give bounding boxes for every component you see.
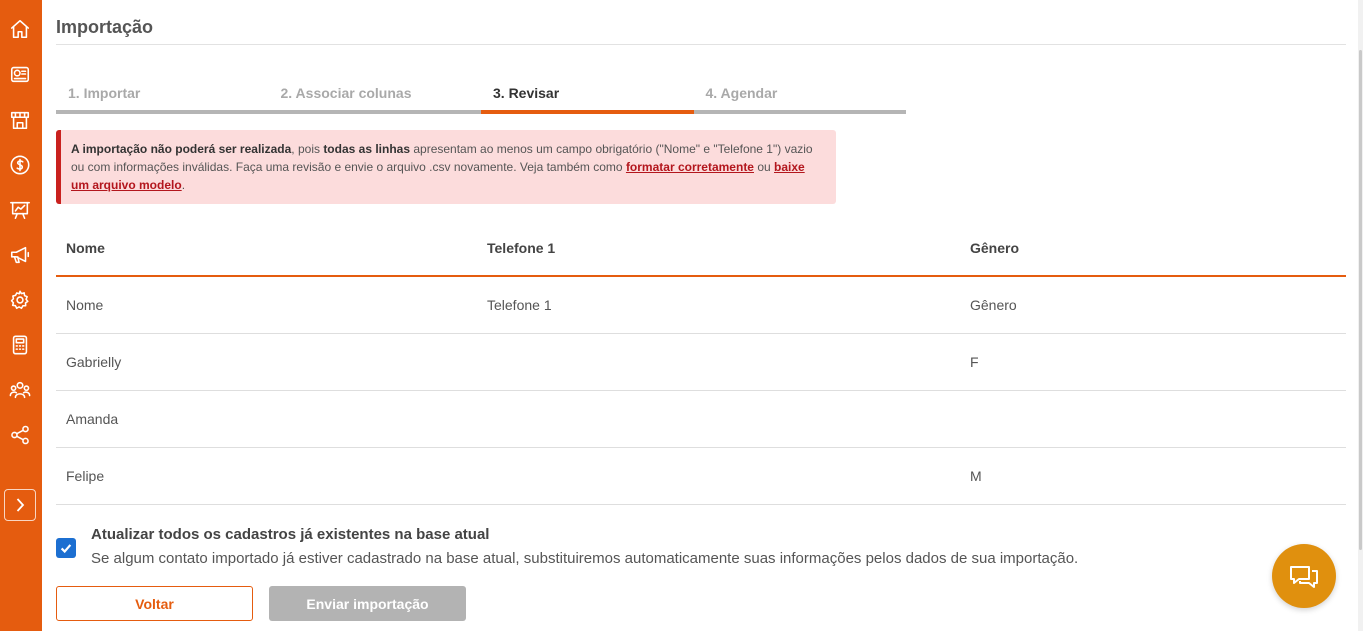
table-cell: M [970, 468, 982, 484]
alert-bold-text: A importação não poderá ser realizada [71, 142, 292, 156]
table-cell: Telefone 1 [487, 297, 552, 313]
users-icon[interactable] [5, 375, 35, 405]
table-header: Nome Telefone 1 Gênero [56, 220, 1346, 277]
page-title: Importação [56, 17, 154, 37]
table-row: Nome Telefone 1 Gênero [56, 277, 1346, 334]
store-icon[interactable] [5, 105, 35, 135]
chart-board-icon[interactable] [5, 195, 35, 225]
dollar-icon[interactable] [5, 150, 35, 180]
step-agendar[interactable]: 4. Agendar [693, 82, 906, 114]
table-row: Gabrielly F [56, 334, 1346, 391]
table-cell: Gabrielly [66, 354, 122, 370]
back-button[interactable]: Voltar [56, 586, 253, 621]
home-icon[interactable] [5, 14, 35, 44]
alert-text: , pois [291, 142, 324, 156]
table-cell: Gênero [970, 297, 1017, 313]
checkmark-icon [60, 544, 72, 554]
step-revisar[interactable]: 3. Revisar [481, 82, 694, 114]
column-header-telefone: Telefone 1 [487, 239, 556, 256]
error-alert: A importação não poderá ser realizada, p… [56, 130, 836, 204]
megaphone-icon[interactable] [5, 240, 35, 270]
alert-text: ou [753, 160, 774, 174]
dashboard-icon[interactable] [5, 59, 35, 89]
table-cell: Amanda [66, 411, 119, 427]
chevron-right-icon [16, 498, 25, 512]
table-cell: Nome [66, 297, 104, 313]
sidebar [0, 0, 42, 631]
table-row: Amanda [56, 391, 1346, 448]
divider [56, 44, 1346, 45]
sidebar-expand-button[interactable] [4, 489, 36, 521]
calculator-icon[interactable] [5, 330, 35, 360]
send-import-button[interactable]: Enviar importação [269, 586, 466, 621]
chat-button[interactable] [1272, 544, 1336, 608]
alert-text: . [181, 178, 186, 192]
gear-icon[interactable] [5, 285, 35, 315]
update-existing-description: Se algum contato importado já estiver ca… [91, 550, 1079, 567]
step-associar-colunas[interactable]: 2. Associar colunas [268, 82, 481, 114]
share-icon[interactable] [5, 420, 35, 450]
table-cell: Felipe [66, 468, 105, 484]
format-correctly-link[interactable]: formatar corretamente [626, 160, 754, 174]
table-row: Felipe M [56, 448, 1346, 505]
stepper: 1. Importar 2. Associar colunas 3. Revis… [56, 82, 906, 114]
step-importar[interactable]: 1. Importar [56, 82, 269, 114]
chat-bubbles-icon [1290, 566, 1318, 588]
review-table: Nome Telefone 1 Gênero Nome Telefone 1 G… [56, 220, 1346, 505]
column-header-genero: Gênero [970, 239, 1020, 256]
update-existing-checkbox[interactable] [56, 538, 76, 558]
column-header-nome: Nome [66, 239, 105, 256]
alert-bold-text: todas as linhas [323, 142, 411, 156]
table-cell: F [970, 354, 979, 370]
update-existing-title: Atualizar todos os cadastros já existent… [91, 526, 490, 543]
scrollbar-thumb[interactable] [1359, 50, 1362, 550]
scrollbar[interactable] [1358, 0, 1363, 631]
